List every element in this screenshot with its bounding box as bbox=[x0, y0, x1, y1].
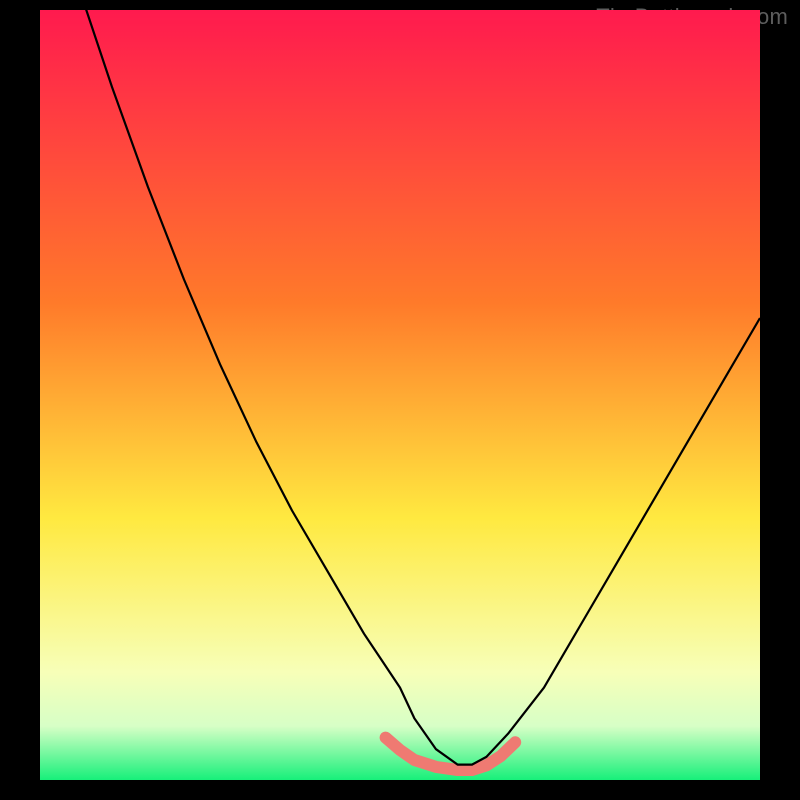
chart-frame: TheBottleneck.com bbox=[0, 0, 800, 800]
bottleneck-plot bbox=[40, 10, 760, 780]
gradient-background bbox=[40, 10, 760, 780]
